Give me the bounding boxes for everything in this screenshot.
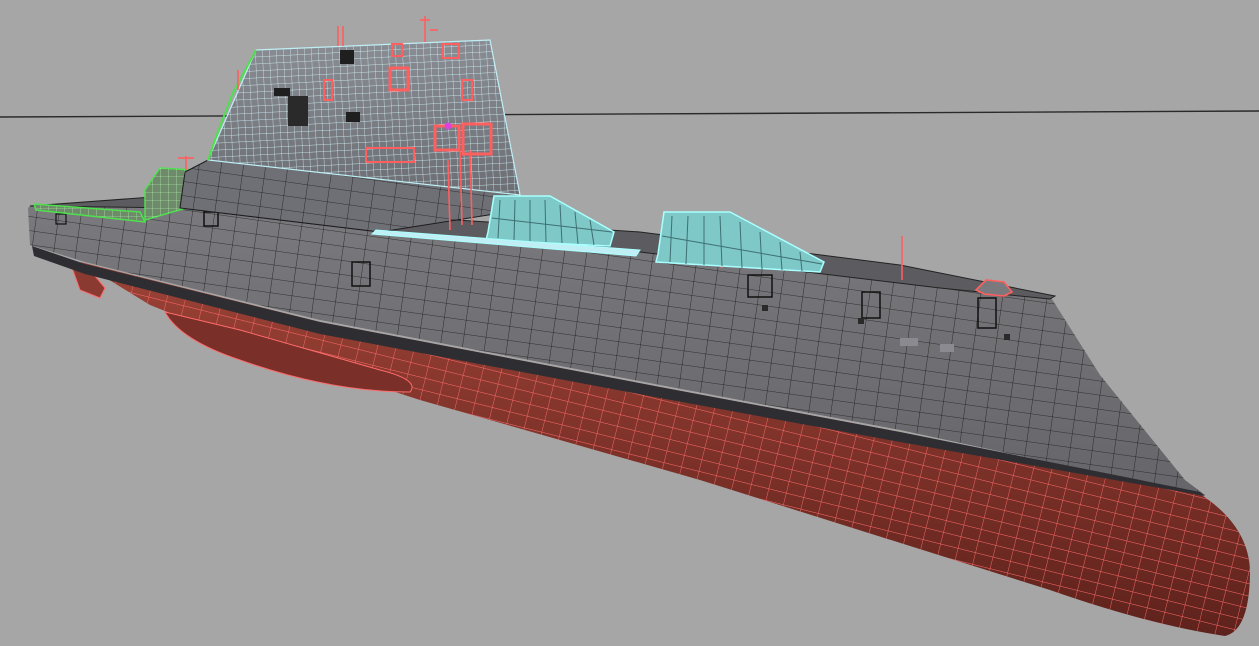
selected-vertex[interactable] — [444, 122, 452, 130]
tower-opening — [340, 50, 354, 64]
tower-opening — [274, 88, 290, 96]
tower-opening — [346, 112, 360, 122]
hull-upper-wireframe[interactable] — [0, 180, 1259, 510]
tower-opening — [288, 96, 308, 126]
horizon-line — [0, 110, 1259, 118]
viewport-canvas[interactable] — [0, 0, 1259, 646]
3d-viewport[interactable] — [0, 0, 1259, 646]
